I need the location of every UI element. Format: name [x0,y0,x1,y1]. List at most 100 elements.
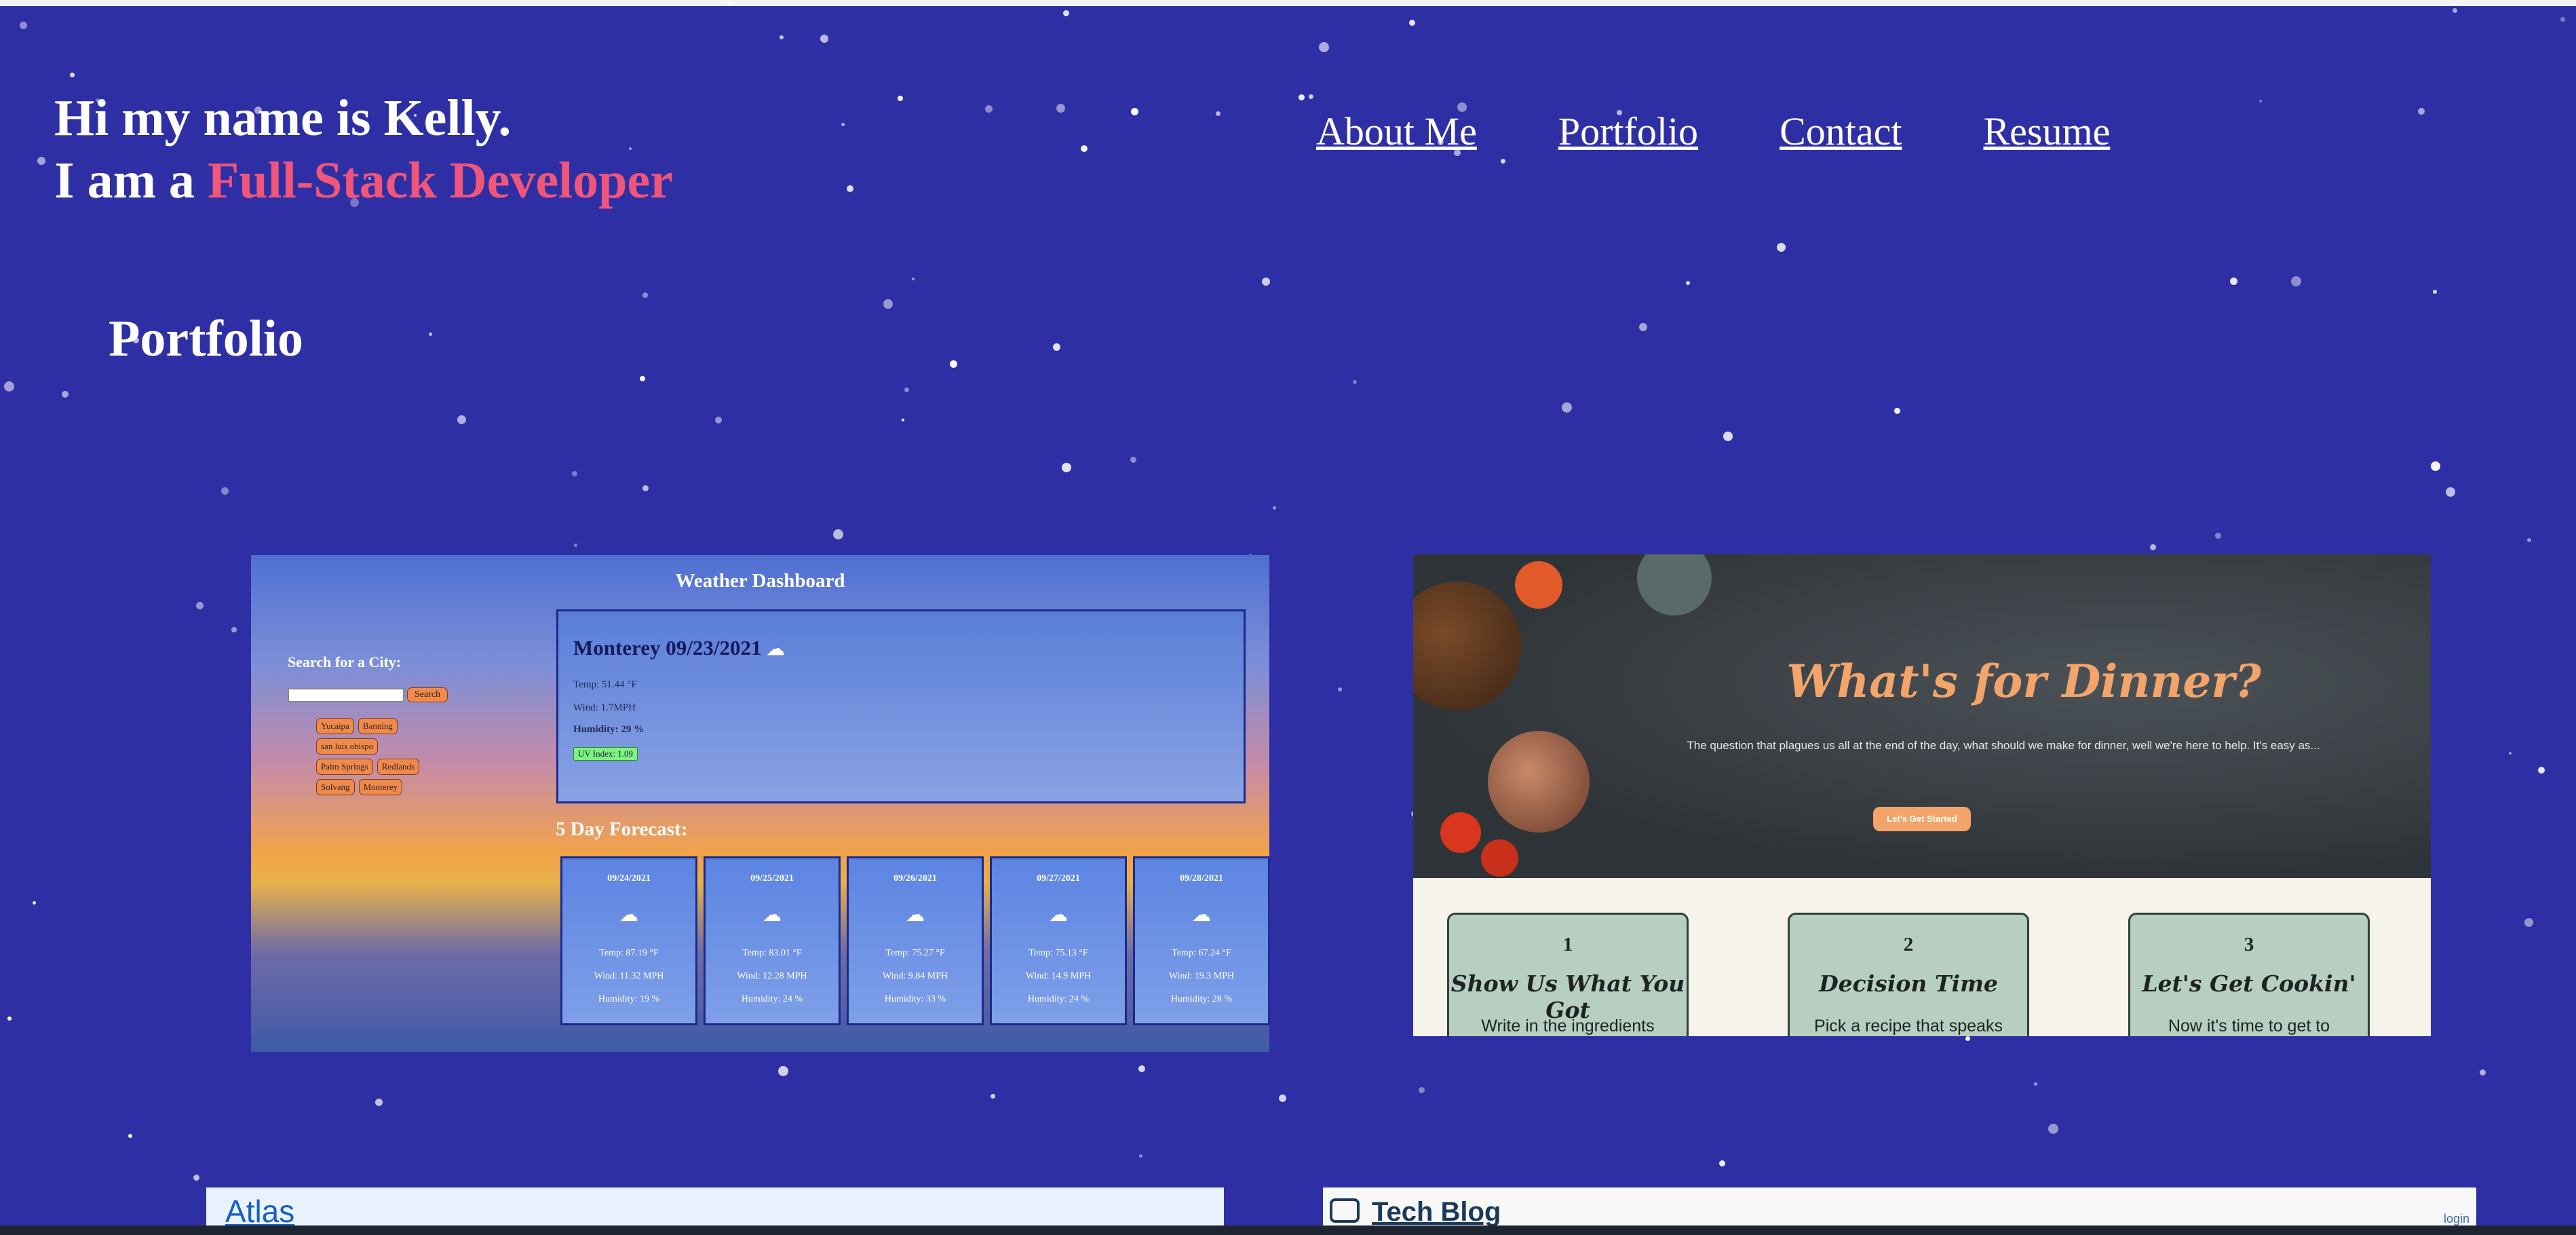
star-dot [457,415,466,424]
hero-heading: Hi my name is Kelly. I am a Full-Stack D… [54,87,673,212]
forecast-humidity: Humidity: 28 % [1170,994,1233,1004]
star-dot [1353,380,1357,384]
forecast-temp: Temp: 67.24 °F [1172,948,1231,958]
forecast-humidity: Humidity: 19 % [598,994,660,1004]
star-dot [1139,1154,1142,1158]
star-dot [70,73,75,77]
star-dot [429,332,432,336]
star-dot [1777,243,1786,252]
star-dot [7,1016,12,1021]
forecast-temp: Temp: 87.19 °F [599,948,659,958]
step-number: 2 [1903,934,1914,955]
forecast-humidity: Humidity: 33 % [884,994,946,1004]
forecast-temp: Temp: 75.13 °F [1029,948,1088,958]
cloud-icon: ☁ [619,905,638,926]
tomato-image [1481,839,1518,877]
forecast-day-card: 09/25/2021 ☁ Temp: 83.01 °F Wind: 12.28 … [704,856,841,1025]
forecast-temp: Temp: 83.01 °F [742,948,802,958]
cloud-icon: ☁ [767,639,785,659]
star-dot [2230,278,2237,285]
current-city-heading: Monterey 09/23/2021 ☁ [573,636,784,660]
nav-link-portfolio[interactable]: Portfolio [1558,109,1698,154]
star-dot [985,105,993,113]
star-dot [1639,323,1647,331]
star-dot [2215,533,2221,539]
star-dot [1053,343,1060,351]
tomato-image [1440,812,1481,853]
weather-city-list: Yucaipa Banning san luis obispo Palm Spr… [316,718,438,795]
forecast-day-card: 09/28/2021 ☁ Temp: 67.24 °F Wind: 19.3 M… [1133,856,1269,1025]
star-dot [642,485,649,491]
star-dot [950,360,957,368]
star-dot [2480,1069,2486,1076]
tagline-role: Full-Stack Developer [207,152,673,209]
forecast-wind: Wind: 12.28 MPH [737,971,807,981]
star-dot [1894,408,1900,414]
nav-link-about[interactable]: About Me [1316,109,1477,154]
atlas-title: Atlas [225,1194,295,1229]
star-dot [2048,1124,2058,1134]
weather-search-input [288,688,404,702]
city-chip: Yucaipa [316,718,354,734]
star-dot [642,292,648,298]
city-chip: san luis obispo [316,738,379,755]
section-title: Portfolio [109,310,304,367]
star-dot [1262,278,1270,286]
step-number: 3 [2244,934,2254,955]
star-dot [640,376,645,381]
star-dot [572,471,577,476]
cloud-icon: ☁ [763,905,782,926]
weather-current-panel: Monterey 09/23/2021 ☁ Temp: 51.44 °F Win… [556,609,1246,803]
step-title: Let's Get Cookin' [2142,970,2356,997]
nav-link-resume[interactable]: Resume [1983,109,2110,154]
forecast-day-card: 09/27/2021 ☁ Temp: 75.13 °F Wind: 14.9 M… [990,856,1127,1025]
tagline-prefix: I am a [54,152,208,209]
city-chip: Banning [358,718,398,734]
greeting-text: Hi my name is Kelly. [54,90,512,147]
cloud-icon: ☁ [1049,905,1068,926]
star-dot [847,185,853,192]
star-dot [1501,159,1505,164]
star-dot [1723,432,1733,441]
star-dot [1562,402,1572,413]
forecast-date: 09/26/2021 [893,873,937,884]
project-card-weather[interactable]: Weather Dashboard Search for a City: Sea… [251,555,1269,1052]
tagline: I am a Full-Stack Developer [54,149,673,212]
step-card: 2 Decision Time Pick a recipe that speak… [1788,913,2029,1036]
nav-link-contact[interactable]: Contact [1780,109,1902,154]
star-dot [2527,538,2531,542]
chat-bubble-icon [1330,1198,1360,1223]
star-dot [2259,100,2262,102]
star-dot [196,602,204,609]
cloud-icon: ☁ [1192,905,1211,926]
star-dot [375,1099,383,1106]
star-dot [2446,487,2455,497]
forecast-date: 09/28/2021 [1180,873,1223,884]
forecast-date: 09/25/2021 [750,873,794,884]
forecast-day-card: 09/26/2021 ☁ Temp: 75.27 °F Wind: 9.84 M… [847,856,984,1025]
forecast-humidity: Humidity: 24 % [1027,994,1090,1004]
star-dot [1131,108,1138,115]
forecast-wind: Wind: 14.9 MPH [1025,971,1092,981]
forecast-temp: Temp: 75.27 °F [885,948,945,958]
star-dot [2291,276,2301,286]
city-chip: Solvang [316,779,355,795]
star-dot [2431,461,2440,471]
dinner-title: What's for Dinner? [1786,655,2261,708]
city-chip: Palm Springs [316,759,373,775]
step-title: Decision Time [1819,970,1998,997]
uv-index-badge: UV Index: 1.09 [573,747,638,761]
star-dot [1419,1087,1425,1093]
cloud-icon: ☁ [906,905,925,926]
star-dot [1216,111,1220,116]
forecast-date: 09/24/2021 [607,873,651,884]
star-dot [2538,767,2545,774]
forecast-wind: Wind: 19.3 MPH [1168,971,1235,981]
star-dot [1130,457,1136,463]
star-dot [2453,8,2457,13]
current-city-text: Monterey 09/23/2021 [573,636,762,660]
star-dot [37,157,45,165]
star-dot [1063,10,1069,16]
project-card-dinner[interactable]: What's for Dinner? The question that pla… [1413,554,2431,1036]
weather-search-button: Search [407,687,448,702]
